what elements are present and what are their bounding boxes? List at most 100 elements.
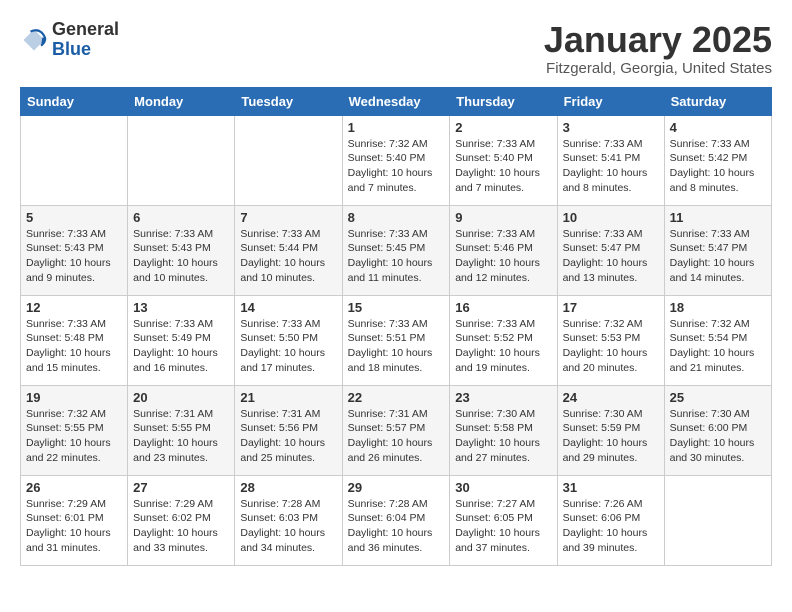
calendar-cell-w5-d6: 31 Sunrise: 7:26 AM Sunset: 6:06 PM Dayli… [557,475,664,565]
day-number-23: 23 [455,390,551,405]
weekday-header-row: Sunday Monday Tuesday Wednesday Thursday… [21,87,772,115]
calendar-cell-w1-d4: 1 Sunrise: 7:32 AM Sunset: 5:40 PM Daylig… [342,115,450,205]
week-row-3: 12Sunrise: 7:33 AM Sunset: 5:48 PM Dayli… [21,295,772,385]
day-info-13: Sunrise: 7:33 AM Sunset: 5:49 PM Dayligh… [133,317,229,376]
day-number-31: 31 [563,480,659,495]
calendar-table: Sunday Monday Tuesday Wednesday Thursday… [20,87,772,566]
day-info-16: Sunrise: 7:33 AM Sunset: 5:52 PM Dayligh… [455,317,551,376]
calendar-cell-w5-d4: 29 Sunrise: 7:28 AM Sunset: 6:04 PM Dayli… [342,475,450,565]
week-row-1: 1 Sunrise: 7:32 AM Sunset: 5:40 PM Daylig… [21,115,772,205]
day-number-30: 30 [455,480,551,495]
header-monday: Monday [128,87,235,115]
day-number-5: 5 [26,210,122,225]
day-number-2: 2 [455,120,551,135]
day-info-11: Sunrise: 7:33 AM Sunset: 5:47 PM Dayligh… [670,227,766,286]
calendar-cell-w5-d2: 27 Sunrise: 7:29 AM Sunset: 6:02 PM Dayli… [128,475,235,565]
day-number-19: 19 [26,390,122,405]
calendar-cell-w1-d5: 2Sunrise: 7:33 AM Sunset: 5:40 PM Daylig… [450,115,557,205]
day-number-11: 11 [670,210,766,225]
day-number-3: 3 [563,120,659,135]
month-title: January 2025 [544,20,772,60]
calendar-body: 1 Sunrise: 7:32 AM Sunset: 5:40 PM Daylig… [21,115,772,565]
header-saturday: Saturday [664,87,771,115]
calendar-cell-w3-d5: 16Sunrise: 7:33 AM Sunset: 5:52 PM Dayli… [450,295,557,385]
day-number-10: 10 [563,210,659,225]
day-number-27: 27 [133,480,229,495]
week-row-5: 26 Sunrise: 7:29 AM Sunset: 6:01 PM Dayli… [21,475,772,565]
calendar-cell-w3-d6: 17 Sunrise: 7:32 AM Sunset: 5:53 PM Dayli… [557,295,664,385]
day-info-8: Sunrise: 7:33 AM Sunset: 5:45 PM Dayligh… [348,227,445,286]
calendar-cell-w2-d7: 11 Sunrise: 7:33 AM Sunset: 5:47 PM Dayli… [664,205,771,295]
day-info-23: Sunrise: 7:30 AM Sunset: 5:58 PM Dayligh… [455,407,551,466]
day-number-8: 8 [348,210,445,225]
calendar-cell-w4-d3: 21 Sunrise: 7:31 AM Sunset: 5:56 PM Dayli… [235,385,342,475]
page-header: General Blue January 2025 Fitzgerald, Ge… [20,20,772,77]
day-number-26: 26 [26,480,122,495]
calendar-cell-w5-d1: 26 Sunrise: 7:29 AM Sunset: 6:01 PM Dayli… [21,475,128,565]
day-number-29: 29 [348,480,445,495]
calendar-cell-w1-d1 [21,115,128,205]
day-info-15: Sunrise: 7:33 AM Sunset: 5:51 PM Dayligh… [348,317,445,376]
header-sunday: Sunday [21,87,128,115]
day-info-20: Sunrise: 7:31 AM Sunset: 5:55 PM Dayligh… [133,407,229,466]
day-number-18: 18 [670,300,766,315]
header-wednesday: Wednesday [342,87,450,115]
calendar-cell-w1-d7: 4 Sunrise: 7:33 AM Sunset: 5:42 PM Daylig… [664,115,771,205]
day-info-14: Sunrise: 7:33 AM Sunset: 5:50 PM Dayligh… [240,317,336,376]
day-info-26: Sunrise: 7:29 AM Sunset: 6:01 PM Dayligh… [26,497,122,556]
calendar-cell-w4-d1: 19 Sunrise: 7:32 AM Sunset: 5:55 PM Dayli… [21,385,128,475]
day-number-17: 17 [563,300,659,315]
day-info-1: Sunrise: 7:32 AM Sunset: 5:40 PM Dayligh… [348,137,445,196]
location-text: Fitzgerald, Georgia, United States [544,60,772,77]
day-info-6: Sunrise: 7:33 AM Sunset: 5:43 PM Dayligh… [133,227,229,286]
calendar-cell-w3-d4: 15Sunrise: 7:33 AM Sunset: 5:51 PM Dayli… [342,295,450,385]
day-info-18: Sunrise: 7:32 AM Sunset: 5:54 PM Dayligh… [670,317,766,376]
day-number-7: 7 [240,210,336,225]
day-number-4: 4 [670,120,766,135]
day-info-10: Sunrise: 7:33 AM Sunset: 5:47 PM Dayligh… [563,227,659,286]
day-number-1: 1 [348,120,445,135]
calendar-cell-w2-d5: 9 Sunrise: 7:33 AM Sunset: 5:46 PM Daylig… [450,205,557,295]
day-info-28: Sunrise: 7:28 AM Sunset: 6:03 PM Dayligh… [240,497,336,556]
day-number-20: 20 [133,390,229,405]
calendar-cell-w5-d5: 30 Sunrise: 7:27 AM Sunset: 6:05 PM Dayli… [450,475,557,565]
page-container: General Blue January 2025 Fitzgerald, Ge… [0,0,792,576]
day-number-6: 6 [133,210,229,225]
calendar-cell-w4-d6: 24 Sunrise: 7:30 AM Sunset: 5:59 PM Dayli… [557,385,664,475]
day-info-29: Sunrise: 7:28 AM Sunset: 6:04 PM Dayligh… [348,497,445,556]
calendar-cell-w4-d5: 23 Sunrise: 7:30 AM Sunset: 5:58 PM Dayli… [450,385,557,475]
day-info-17: Sunrise: 7:32 AM Sunset: 5:53 PM Dayligh… [563,317,659,376]
logo-text: General Blue [52,20,119,60]
day-number-14: 14 [240,300,336,315]
logo-icon [20,26,48,54]
calendar-cell-w3-d7: 18 Sunrise: 7:32 AM Sunset: 5:54 PM Dayli… [664,295,771,385]
day-info-7: Sunrise: 7:33 AM Sunset: 5:44 PM Dayligh… [240,227,336,286]
day-number-21: 21 [240,390,336,405]
calendar-cell-w5-d7 [664,475,771,565]
logo: General Blue [20,20,119,60]
calendar-cell-w3-d1: 12Sunrise: 7:33 AM Sunset: 5:48 PM Dayli… [21,295,128,385]
calendar-cell-w2-d3: 7 Sunrise: 7:33 AM Sunset: 5:44 PM Daylig… [235,205,342,295]
day-info-30: Sunrise: 7:27 AM Sunset: 6:05 PM Dayligh… [455,497,551,556]
day-info-12: Sunrise: 7:33 AM Sunset: 5:48 PM Dayligh… [26,317,122,376]
calendar-cell-w2-d4: 8 Sunrise: 7:33 AM Sunset: 5:45 PM Daylig… [342,205,450,295]
day-info-31: Sunrise: 7:26 AM Sunset: 6:06 PM Dayligh… [563,497,659,556]
day-info-4: Sunrise: 7:33 AM Sunset: 5:42 PM Dayligh… [670,137,766,196]
title-section: January 2025 Fitzgerald, Georgia, United… [544,20,772,77]
calendar-cell-w1-d6: 3Sunrise: 7:33 AM Sunset: 5:41 PM Daylig… [557,115,664,205]
calendar-cell-w3-d2: 13Sunrise: 7:33 AM Sunset: 5:49 PM Dayli… [128,295,235,385]
day-info-27: Sunrise: 7:29 AM Sunset: 6:02 PM Dayligh… [133,497,229,556]
day-info-9: Sunrise: 7:33 AM Sunset: 5:46 PM Dayligh… [455,227,551,286]
day-info-5: Sunrise: 7:33 AM Sunset: 5:43 PM Dayligh… [26,227,122,286]
day-number-24: 24 [563,390,659,405]
calendar-cell-w3-d3: 14 Sunrise: 7:33 AM Sunset: 5:50 PM Dayli… [235,295,342,385]
calendar-cell-w2-d1: 5 Sunrise: 7:33 AM Sunset: 5:43 PM Daylig… [21,205,128,295]
day-info-21: Sunrise: 7:31 AM Sunset: 5:56 PM Dayligh… [240,407,336,466]
day-number-9: 9 [455,210,551,225]
day-info-19: Sunrise: 7:32 AM Sunset: 5:55 PM Dayligh… [26,407,122,466]
day-info-24: Sunrise: 7:30 AM Sunset: 5:59 PM Dayligh… [563,407,659,466]
calendar-cell-w2-d2: 6 Sunrise: 7:33 AM Sunset: 5:43 PM Daylig… [128,205,235,295]
calendar-cell-w4-d4: 22Sunrise: 7:31 AM Sunset: 5:57 PM Dayli… [342,385,450,475]
calendar-cell-w2-d6: 10 Sunrise: 7:33 AM Sunset: 5:47 PM Dayli… [557,205,664,295]
day-number-28: 28 [240,480,336,495]
